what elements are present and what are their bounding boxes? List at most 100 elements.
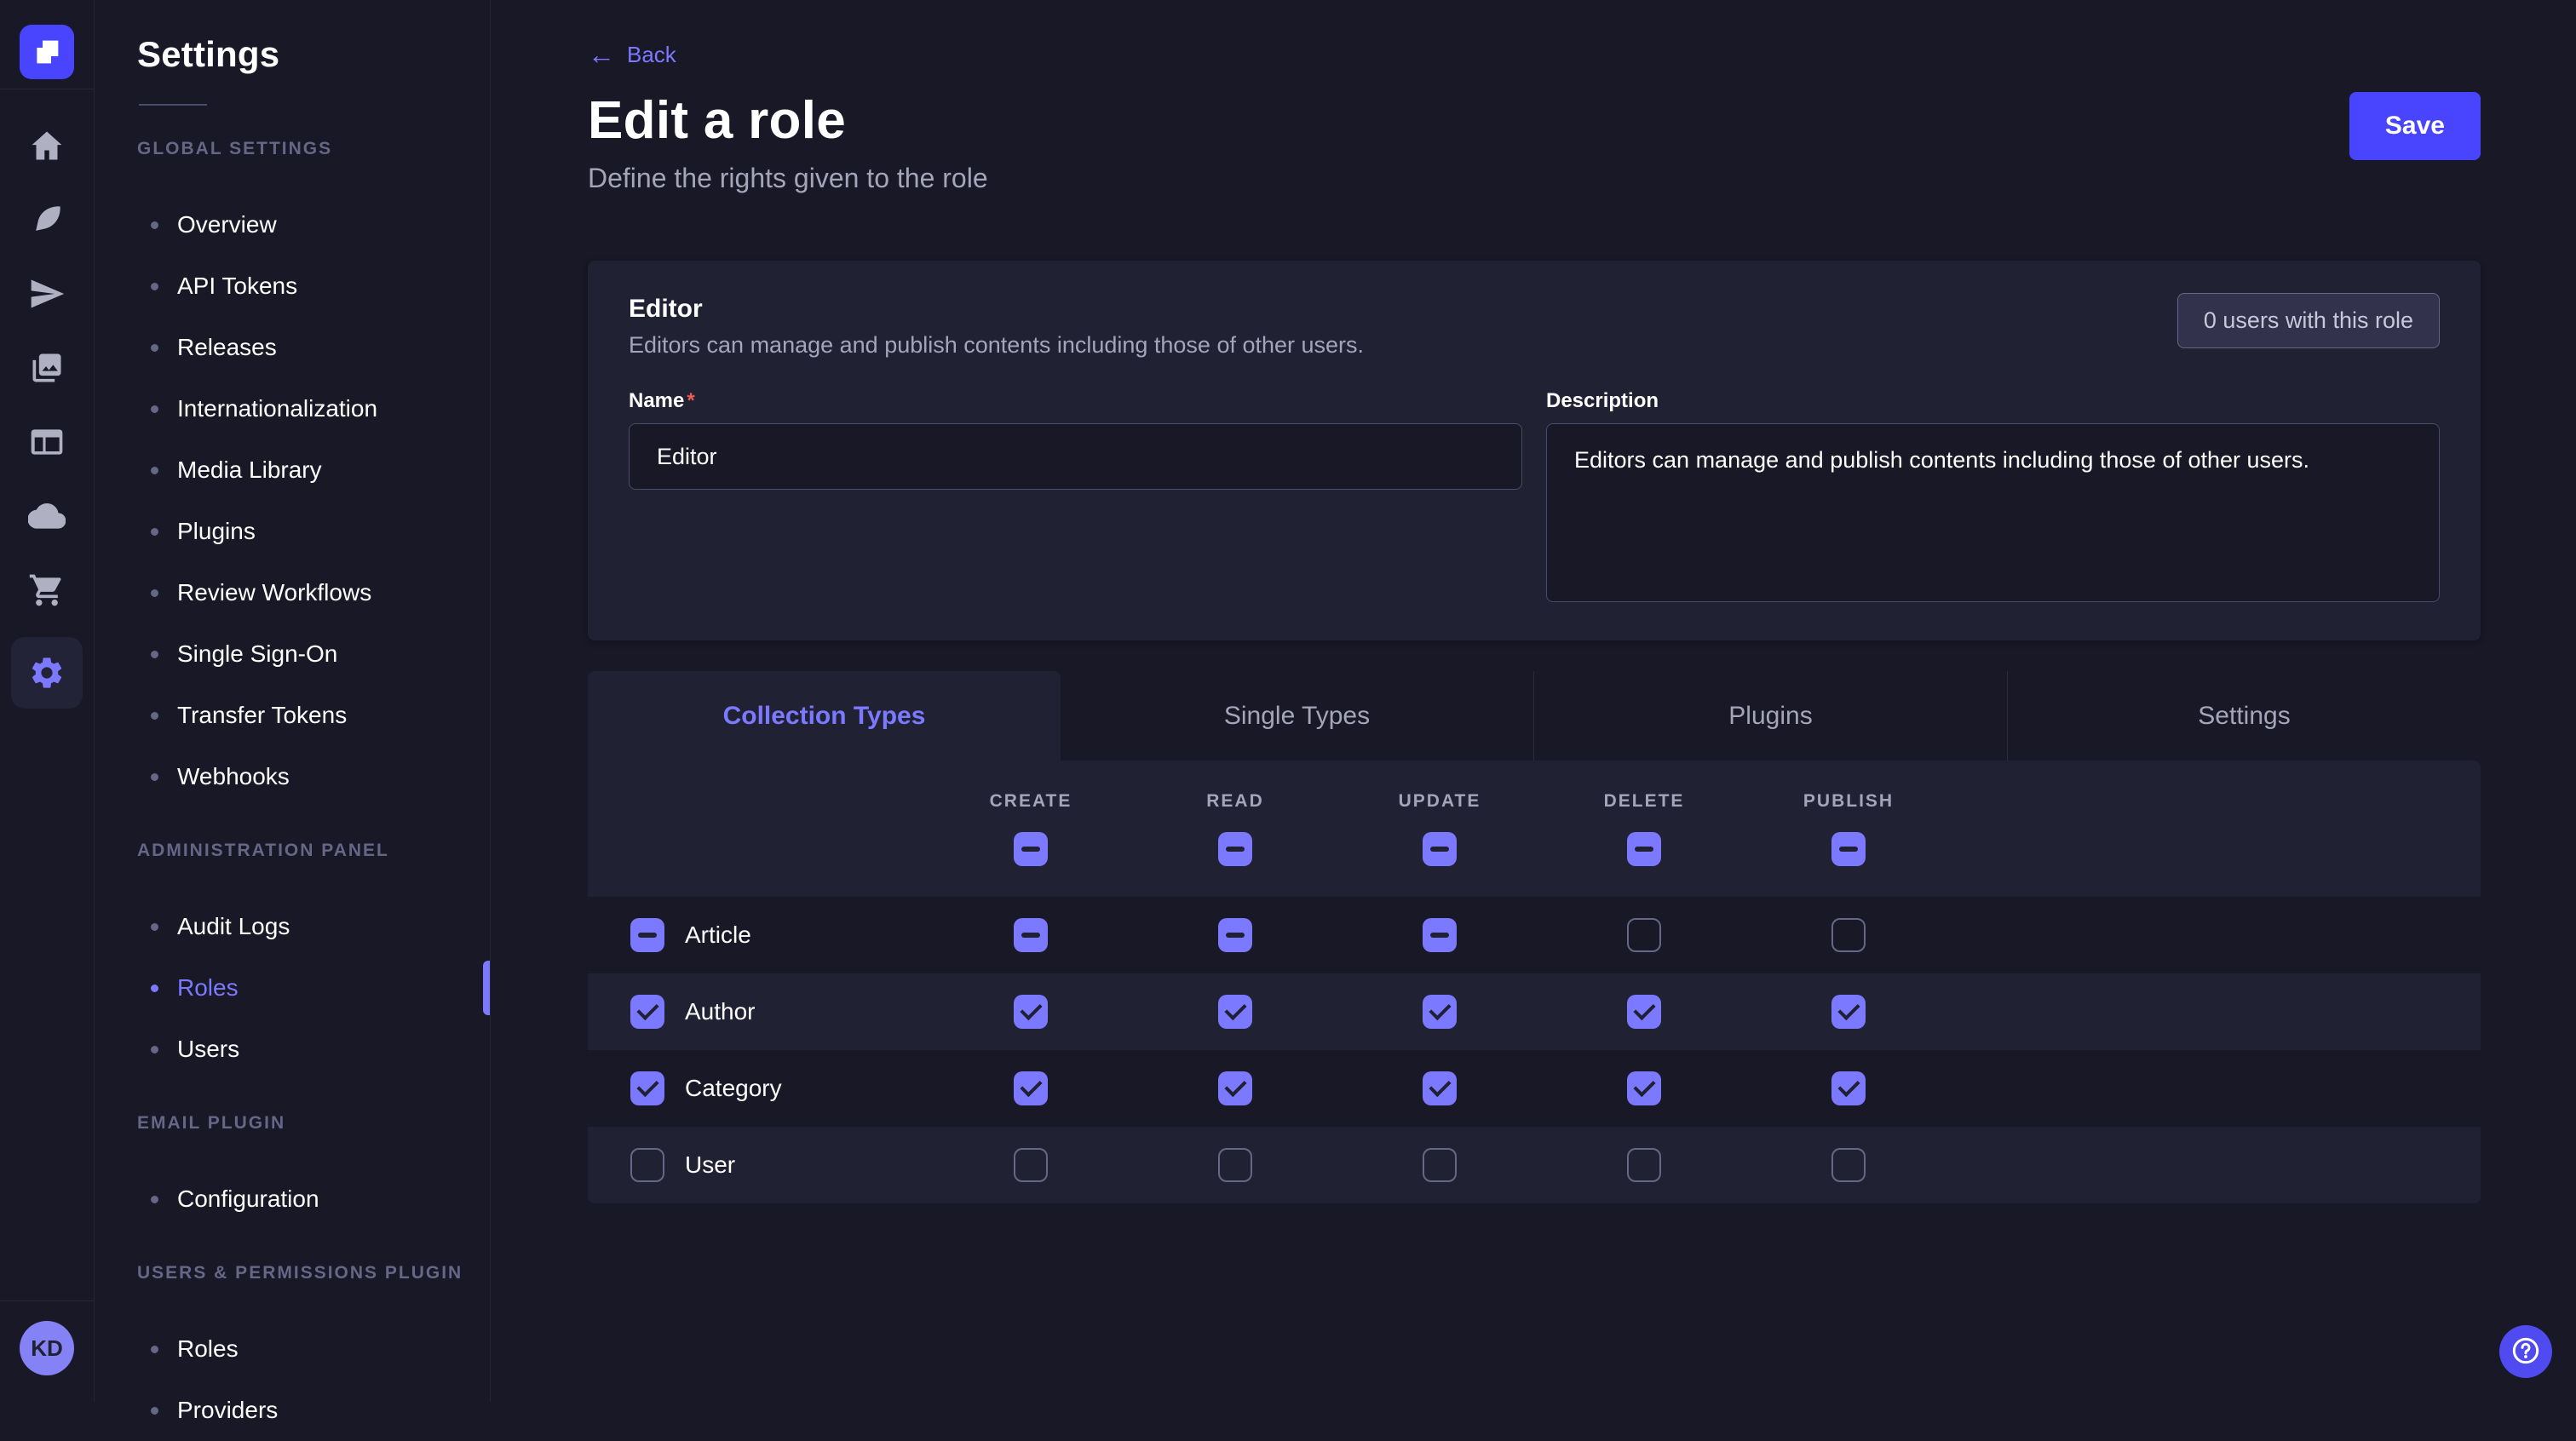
role-description-text: Editors can manage and publish contents … (629, 332, 2440, 359)
save-button[interactable]: Save (2349, 92, 2481, 160)
sidebar-item-label: Configuration (177, 1186, 319, 1213)
permission-checkbox-user-create[interactable] (1014, 1148, 1048, 1182)
rail-send-icon[interactable] (20, 267, 74, 321)
avatar[interactable]: KD (20, 1321, 74, 1375)
column-header-label: DELETE (1604, 791, 1685, 812)
sidebar-section-heading: GLOBAL SETTINGS (137, 128, 490, 170)
tab-settings[interactable]: Settings (2007, 671, 2481, 761)
permissions-section: Collection TypesSingle TypesPluginsSetti… (588, 671, 2481, 1203)
permission-checkbox-user-update[interactable] (1423, 1148, 1457, 1182)
window-icon (28, 423, 66, 461)
select-all-checkbox-publish[interactable] (1831, 832, 1866, 866)
select-all-checkbox-read[interactable] (1218, 832, 1252, 866)
permission-cell (1542, 897, 1746, 973)
permission-checkbox-article-read[interactable] (1218, 918, 1252, 952)
name-input[interactable] (629, 423, 1522, 490)
rail-home-icon[interactable] (20, 118, 74, 173)
select-all-cell-publish (1746, 832, 1951, 866)
sidebar-section-heading: EMAIL PLUGIN (137, 1102, 490, 1145)
permission-checkbox-article-delete[interactable] (1627, 918, 1661, 952)
back-arrow-icon: ← (588, 41, 615, 68)
sidebar-item-releases[interactable]: Releases (95, 317, 490, 378)
strapi-logo-icon[interactable] (20, 25, 74, 79)
settings-sidebar: Settings GLOBAL SETTINGSOverviewAPI Toke… (95, 0, 491, 1402)
row-checkbox-author[interactable] (630, 995, 664, 1029)
tab-collection-types[interactable]: Collection Types (588, 671, 1061, 761)
page-title: Edit a role (588, 90, 2481, 151)
role-name-heading: Editor (629, 295, 2440, 324)
bullet-icon (151, 589, 158, 597)
select-all-cell-read (1133, 832, 1337, 866)
column-header-label: UPDATE (1399, 791, 1481, 812)
sidebar-item-single-sign-on[interactable]: Single Sign-On (95, 623, 490, 685)
rail-media-icon[interactable] (20, 341, 74, 395)
permission-checkbox-author-create[interactable] (1014, 995, 1048, 1029)
main-nav-rail: KD (0, 0, 95, 1402)
rail-cloud-icon[interactable] (20, 489, 74, 543)
users-with-role-button[interactable]: 0 users with this role (2177, 293, 2440, 348)
sidebar-item-review-workflows[interactable]: Review Workflows (95, 562, 490, 623)
back-link[interactable]: ← Back (588, 41, 676, 68)
sidebar-item-transfer-tokens[interactable]: Transfer Tokens (95, 685, 490, 746)
permissions-panel: CREATEREADUPDATEDELETEPUBLISH ArticleAut… (588, 761, 2481, 1203)
sidebar-item-overview[interactable]: Overview (95, 194, 490, 255)
permission-checkbox-user-read[interactable] (1218, 1148, 1252, 1182)
tab-single-types[interactable]: Single Types (1061, 671, 1533, 761)
permission-cell (1133, 1127, 1337, 1203)
permission-checkbox-author-publish[interactable] (1831, 995, 1866, 1029)
sidebar-item-configuration[interactable]: Configuration (95, 1168, 490, 1230)
sidebar-item-plugins[interactable]: Plugins (95, 501, 490, 562)
permission-checkbox-category-publish[interactable] (1831, 1071, 1866, 1105)
sidebar-item-providers[interactable]: Providers (95, 1380, 490, 1441)
sidebar-item-roles[interactable]: Roles (95, 1318, 490, 1380)
permission-checkbox-author-update[interactable] (1423, 995, 1457, 1029)
sidebar-item-label: API Tokens (177, 273, 297, 300)
rail-window-icon[interactable] (20, 415, 74, 469)
sidebar-item-roles[interactable]: Roles (95, 957, 490, 1019)
description-textarea[interactable]: Editors can manage and publish contents … (1546, 423, 2440, 602)
permission-checkbox-author-read[interactable] (1218, 995, 1252, 1029)
sidebar-item-label: Providers (177, 1397, 278, 1424)
row-checkbox-article[interactable] (630, 918, 664, 952)
permission-checkbox-category-update[interactable] (1423, 1071, 1457, 1105)
sidebar-item-webhooks[interactable]: Webhooks (95, 746, 490, 807)
sidebar-item-users[interactable]: Users (95, 1019, 490, 1080)
column-header-read: READ (1133, 791, 1337, 812)
select-all-checkbox-update[interactable] (1423, 832, 1457, 866)
permission-checkbox-category-create[interactable] (1014, 1071, 1048, 1105)
permission-checkbox-category-delete[interactable] (1627, 1071, 1661, 1105)
permission-checkbox-article-create[interactable] (1014, 918, 1048, 952)
tab-plugins[interactable]: Plugins (1533, 671, 2007, 761)
rail-feather-icon[interactable] (20, 192, 74, 247)
select-all-checkbox-create[interactable] (1014, 832, 1048, 866)
sidebar-item-audit-logs[interactable]: Audit Logs (95, 896, 490, 957)
select-all-cell-delete (1542, 832, 1746, 866)
page-subtitle: Define the rights given to the role (588, 163, 2481, 194)
row-checkbox-user[interactable] (630, 1148, 664, 1182)
column-header-label: READ (1206, 791, 1264, 812)
sidebar-item-api-tokens[interactable]: API Tokens (95, 255, 490, 317)
permission-checkbox-author-delete[interactable] (1627, 995, 1661, 1029)
sidebar-item-internationalization[interactable]: Internationalization (95, 378, 490, 439)
sidebar-item-label: Releases (177, 334, 277, 361)
permission-cell (1542, 973, 1746, 1050)
row-checkbox-category[interactable] (630, 1071, 664, 1105)
rail-cart-icon[interactable] (20, 563, 74, 617)
permission-cell (929, 1127, 1133, 1203)
help-button[interactable] (2499, 1325, 2552, 1378)
permission-checkbox-user-publish[interactable] (1831, 1148, 1866, 1182)
bullet-icon (151, 985, 158, 992)
sidebar-item-media-library[interactable]: Media Library (95, 439, 490, 501)
select-all-checkbox-delete[interactable] (1627, 832, 1661, 866)
permission-checkbox-category-read[interactable] (1218, 1071, 1252, 1105)
permission-checkbox-article-update[interactable] (1423, 918, 1457, 952)
permission-cell (1133, 973, 1337, 1050)
permission-checkbox-user-delete[interactable] (1627, 1148, 1661, 1182)
permission-cell (1337, 973, 1542, 1050)
select-all-cell-create (929, 832, 1133, 866)
row-label: User (685, 1151, 735, 1179)
rail-gear-icon[interactable] (11, 637, 83, 709)
permission-checkbox-article-publish[interactable] (1831, 918, 1866, 952)
column-header-label: CREATE (990, 791, 1072, 812)
select-all-cell-update (1337, 832, 1542, 866)
